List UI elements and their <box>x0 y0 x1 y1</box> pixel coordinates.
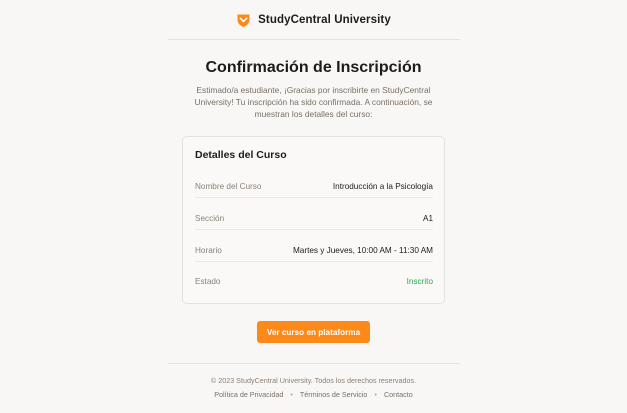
privacy-policy-link[interactable]: Política de Privacidad <box>214 390 283 399</box>
shield-chevron-icon <box>236 13 251 28</box>
footer-links: Política de Privacidad • Términos de Ser… <box>0 390 627 399</box>
detail-row-status: Estado Inscrito <box>195 265 433 297</box>
intro-text: Estimado/a estudiante, ¡Gracias por insc… <box>194 85 433 119</box>
email-page: StudyCentral University Confirmación de … <box>0 0 627 413</box>
detail-label: Horario <box>195 245 222 255</box>
detail-value: Martes y Jueves, 10:00 AM - 11:30 AM <box>292 245 433 255</box>
row-divider <box>195 197 433 198</box>
link-separator: • <box>374 390 377 399</box>
link-separator: • <box>290 390 293 399</box>
footer-divider <box>168 363 460 364</box>
detail-label: Estado <box>195 276 221 286</box>
detail-value: A1 <box>422 213 433 223</box>
email-header: StudyCentral University <box>0 0 627 40</box>
card-title: Detalles del Curso <box>195 149 287 161</box>
status-badge: Inscrito <box>406 276 433 286</box>
view-course-button[interactable]: Ver curso en plataforma <box>257 321 370 343</box>
detail-label: Nombre del Curso <box>195 181 262 191</box>
header-divider <box>168 39 460 40</box>
course-details-card: Detalles del Curso Nombre del Curso Intr… <box>182 136 445 304</box>
row-divider <box>195 229 433 230</box>
row-divider <box>195 261 433 262</box>
detail-value: Introducción a la Psicología <box>332 181 433 191</box>
contact-link[interactable]: Contacto <box>384 390 413 399</box>
detail-label: Sección <box>195 213 225 223</box>
terms-of-service-link[interactable]: Términos de Servicio <box>300 390 368 399</box>
copyright-text: © 2023 StudyCentral University. Todos lo… <box>210 376 417 385</box>
page-title: Confirmación de Inscripción <box>205 59 422 76</box>
brand-name: StudyCentral University <box>258 14 391 26</box>
